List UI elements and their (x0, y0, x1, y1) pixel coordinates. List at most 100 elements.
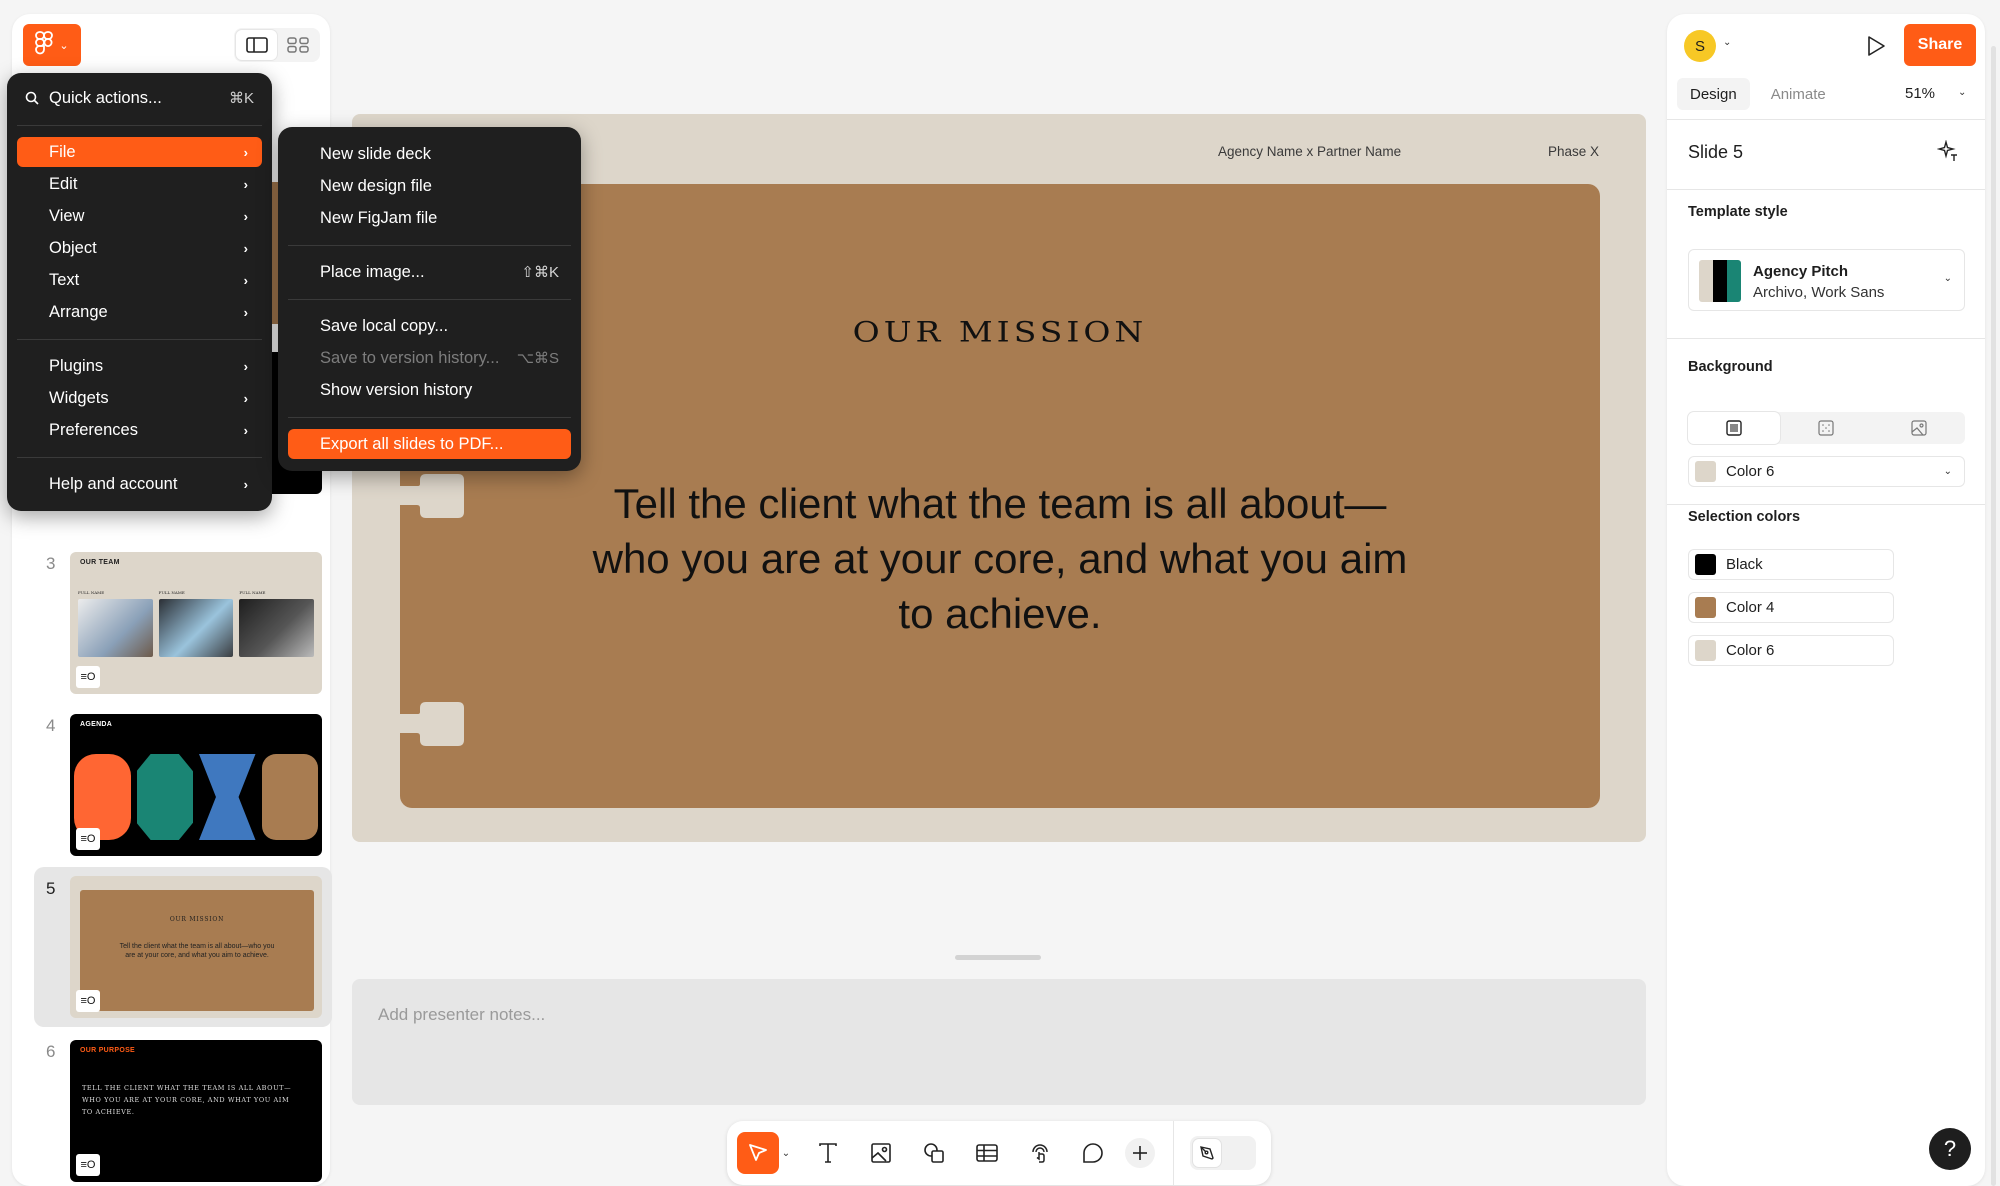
slide-layout-icon: ≡O (76, 990, 100, 1012)
menu-item-show-version-history[interactable]: Show version history (288, 375, 571, 405)
menu-item-new-slide-deck[interactable]: New slide deck (288, 139, 571, 169)
selection-color-item[interactable]: Black (1688, 549, 1894, 580)
chevron-down-icon: ⌄ (59, 39, 69, 52)
template-style-heading: Template style (1688, 204, 1788, 220)
pattern-fill-button[interactable] (1780, 412, 1872, 444)
menu-item-widgets[interactable]: Widgets › (17, 383, 262, 413)
menu-item-new-figjam-file[interactable]: New FigJam file (288, 203, 571, 233)
comment-tool-button[interactable] (1072, 1132, 1114, 1174)
menu-item-help-and-account[interactable]: Help and account › (17, 469, 262, 499)
thumb-title: OUR TEAM (80, 559, 120, 566)
menu-item-arrange[interactable]: Arrange › (17, 297, 262, 327)
add-tool-button[interactable] (1125, 1138, 1155, 1168)
presenter-notes-input[interactable]: Add presenter notes... (352, 979, 1646, 1105)
chevron-right-icon: › (243, 272, 248, 288)
chevron-right-icon: › (243, 390, 248, 406)
menu-item-plugins[interactable]: Plugins › (17, 351, 262, 381)
tab-animate[interactable]: Animate (1758, 78, 1839, 110)
slide-thumbnail-row-selected[interactable]: 5 OUR MISSION Tell the client what the t… (34, 867, 332, 1027)
shortcut-label: ⌥⌘S (516, 350, 559, 367)
present-button[interactable] (1862, 32, 1890, 60)
quick-actions-item[interactable]: Quick actions... ⌘K (7, 73, 272, 123)
zoom-level[interactable]: 51% (1905, 85, 1935, 102)
presenter-notes-placeholder: Add presenter notes... (378, 1005, 546, 1024)
panel-scrollbar[interactable] (1991, 46, 1996, 1186)
selection-color-item[interactable]: Color 6 (1688, 635, 1894, 666)
team-photo (78, 599, 153, 657)
menu-item-edit[interactable]: Edit › (17, 169, 262, 199)
tab-design[interactable]: Design (1677, 78, 1750, 110)
chevron-right-icon: › (243, 358, 248, 374)
plus-icon (1133, 1146, 1147, 1160)
menu-item-label: Widgets (49, 388, 109, 407)
menu-item-place-image[interactable]: Place image... ⇧⌘K (288, 257, 571, 287)
menu-item-save-local-copy[interactable]: Save local copy... (288, 311, 571, 341)
menu-item-export-all-slides-to-pdf[interactable]: Export all slides to PDF... (288, 429, 571, 459)
text-icon (819, 1143, 837, 1163)
background-color-dropdown[interactable]: Color 6 ⌄ (1688, 456, 1965, 487)
toggle-knob (1193, 1139, 1221, 1167)
chevron-down-icon[interactable]: ⌄ (1723, 37, 1731, 48)
menu-item-text[interactable]: Text › (17, 265, 262, 295)
menu-item-save-to-version-history: Save to version history... ⌥⌘S (288, 343, 571, 373)
template-style-dropdown[interactable]: Agency Pitch Archivo, Work Sans ⌄ (1688, 249, 1965, 311)
menu-item-new-design-file[interactable]: New design file (288, 171, 571, 201)
menu-item-object[interactable]: Object › (17, 233, 262, 263)
color-name: Color 4 (1726, 599, 1775, 616)
image-tool-button[interactable] (860, 1132, 902, 1174)
table-tool-button[interactable] (966, 1132, 1008, 1174)
menu-divider (17, 125, 262, 126)
slide-number: 4 (46, 716, 56, 735)
text-tool-button[interactable] (807, 1132, 849, 1174)
shape-tool-button[interactable] (913, 1132, 955, 1174)
grid-view-button[interactable] (277, 30, 318, 60)
selection-color-item[interactable]: Color 4 (1688, 592, 1894, 623)
user-avatar[interactable]: S (1684, 30, 1716, 62)
menu-item-label: New design file (320, 176, 432, 195)
slide-number: 3 (46, 554, 56, 573)
menu-item-label: Arrange (49, 302, 108, 321)
chevron-down-icon: ⌄ (781, 1147, 791, 1159)
color-name: Black (1726, 556, 1763, 573)
slide-phase-text[interactable]: Phase X (1548, 144, 1599, 159)
team-photo (239, 599, 315, 657)
menu-item-label: Object (49, 238, 97, 257)
slide-thumbnail-row[interactable]: 4 AGENDA ≡O (34, 704, 332, 856)
menu-item-label: View (49, 206, 85, 225)
ai-rewrite-button[interactable] (1936, 139, 1959, 167)
interaction-tool-button[interactable] (1019, 1132, 1061, 1174)
slide-body-text[interactable]: Tell the client what the team is all abo… (580, 476, 1420, 641)
bottom-toolbar: ⌄ (727, 1121, 1271, 1185)
selection-title: Slide 5 (1688, 142, 1744, 162)
menu-item-file[interactable]: File › (17, 137, 262, 167)
slide-agency-text[interactable]: Agency Name x Partner Name (1218, 144, 1401, 159)
agenda-shape (261, 754, 318, 840)
selection-colors-heading: Selection colors (1688, 509, 1801, 525)
menu-item-preferences[interactable]: Preferences › (17, 415, 262, 445)
shortcut-label: ⌘K (228, 90, 254, 107)
thumb-body: Tell the client what the team is all abo… (119, 943, 275, 959)
menu-item-view[interactable]: View › (17, 201, 262, 231)
thumb-subtitle: FULL NAME (158, 590, 185, 595)
image-fill-button[interactable] (1873, 412, 1965, 444)
panel-tabs: Design Animate (1677, 78, 1839, 110)
menu-item-label: Show version history (320, 380, 473, 399)
slide-thumbnail-row[interactable]: 6 OUR PURPOSE TELL THE CLIENT WHAT THE T… (34, 1030, 332, 1182)
chevron-down-icon[interactable]: ⌄ (1958, 87, 1966, 98)
slide-layout-icon: ≡O (76, 828, 100, 850)
slide-layout-icon: ≡O (76, 666, 100, 688)
background-mode-selector (1688, 412, 1965, 444)
solid-fill-button[interactable] (1688, 412, 1781, 444)
main-menu-button[interactable]: ⌄ (23, 24, 81, 66)
move-tool-button[interactable] (737, 1132, 779, 1174)
quick-actions-label: Quick actions... (49, 88, 162, 107)
list-view-button[interactable] (236, 30, 277, 60)
notes-resize-handle[interactable] (955, 955, 1041, 960)
template-name: Agency Pitch (1753, 263, 1849, 280)
menu-item-label: Save to version history... (320, 348, 500, 367)
dev-mode-toggle[interactable] (1190, 1136, 1256, 1170)
help-button[interactable]: ? (1929, 1128, 1971, 1170)
slide-thumbnail-row[interactable]: 3 OUR TEAM FULL NAME FULL NAME FULL NAME… (34, 542, 332, 694)
share-button[interactable]: Share (1904, 24, 1976, 66)
move-tool-dropdown[interactable]: ⌄ (779, 1148, 793, 1159)
